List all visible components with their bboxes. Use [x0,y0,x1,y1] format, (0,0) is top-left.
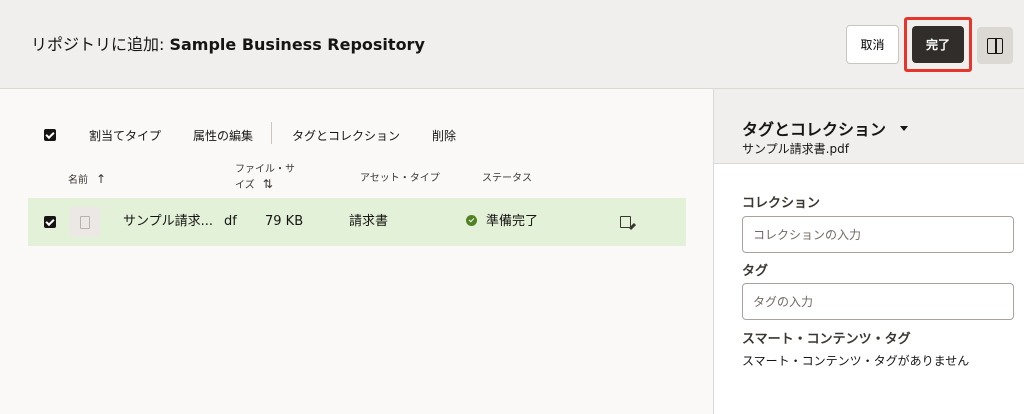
repository-name: Sample Business Repository [169,35,425,54]
column-size-label-line2: イズ [235,180,255,191]
row-file-size: 79 KB [265,214,304,229]
tags-collections-panel: タグとコレクション サンプル請求書.pdf コレクション コレクションの入力 タ… [713,89,1024,414]
column-size-label-line1: ファイル・サ [235,164,295,175]
row-file-extension: df [224,214,237,229]
toolbar-divider [271,122,272,144]
side-panel-title[interactable]: タグとコレクション [742,116,909,140]
select-all-checkbox[interactable] [44,129,56,141]
tag-input[interactable]: タグの入力 [742,283,1014,320]
done-button[interactable]: 完了 [912,26,964,63]
row-status-label: 準備完了 [486,214,539,229]
column-header-status[interactable]: ステータス [482,172,532,186]
side-panel-header: タグとコレクション サンプル請求書.pdf [714,89,1024,164]
panel-right-icon [987,37,1003,54]
column-header-name[interactable]: 名前 ↑ [68,172,106,188]
row-status: 準備完了 [466,213,538,231]
bulk-toolbar: 割当てタイプ 属性の編集 タグとコレクション 削除 [0,122,713,145]
row-checkbox[interactable] [44,216,56,228]
edit-icon[interactable] [620,216,631,228]
collection-input[interactable]: コレクションの入力 [742,216,1014,253]
side-panel-title-label: タグとコレクション [742,120,887,139]
file-thumbnail [70,207,100,237]
page-title-prefix: リポジトリに追加: [31,35,170,54]
side-panel-file-name: サンプル請求書.pdf [742,142,849,156]
assign-type-button[interactable]: 割当てタイプ [89,127,161,144]
sort-ascending-icon: ↑ [96,172,107,186]
pdf-file-icon [80,215,90,229]
panel-toggle-button[interactable] [977,27,1013,64]
row-file-name: サンプル請求... [123,214,214,229]
file-list-area: 割当てタイプ 属性の編集 タグとコレクション 削除 名前 ↑ ファイル・サ イズ ⇅… [0,89,713,414]
check-circle-icon [466,215,477,226]
page-header: リポジトリに追加: Sample Business Repository 取消 … [0,0,1024,89]
smart-tags-label: スマート・コンテンツ・タグ [742,332,911,347]
column-header-asset-type[interactable]: アセット・タイプ [360,172,440,186]
column-header-size[interactable]: ファイル・サ イズ ⇅ [235,163,295,193]
tag-label: タグ [742,264,769,279]
smart-tags-empty-text: スマート・コンテンツ・タグがありません [742,354,970,368]
chevron-down-icon [900,126,909,131]
sort-toggle-icon: ⇅ [262,177,273,191]
delete-button[interactable]: 削除 [432,127,456,144]
edit-attributes-button[interactable]: 属性の編集 [193,127,253,144]
done-button-highlight: 完了 [904,17,972,72]
cancel-button[interactable]: 取消 [846,25,899,64]
tags-collections-button[interactable]: タグとコレクション [292,127,400,144]
page-title: リポジトリに追加: Sample Business Repository [31,33,425,57]
row-asset-type[interactable]: 請求書 [349,213,388,231]
table-row[interactable]: サンプル請求... df 79 KB 請求書 準備完了 [28,198,686,246]
column-name-label: 名前 [68,175,88,186]
collection-label: コレクション [742,196,821,211]
